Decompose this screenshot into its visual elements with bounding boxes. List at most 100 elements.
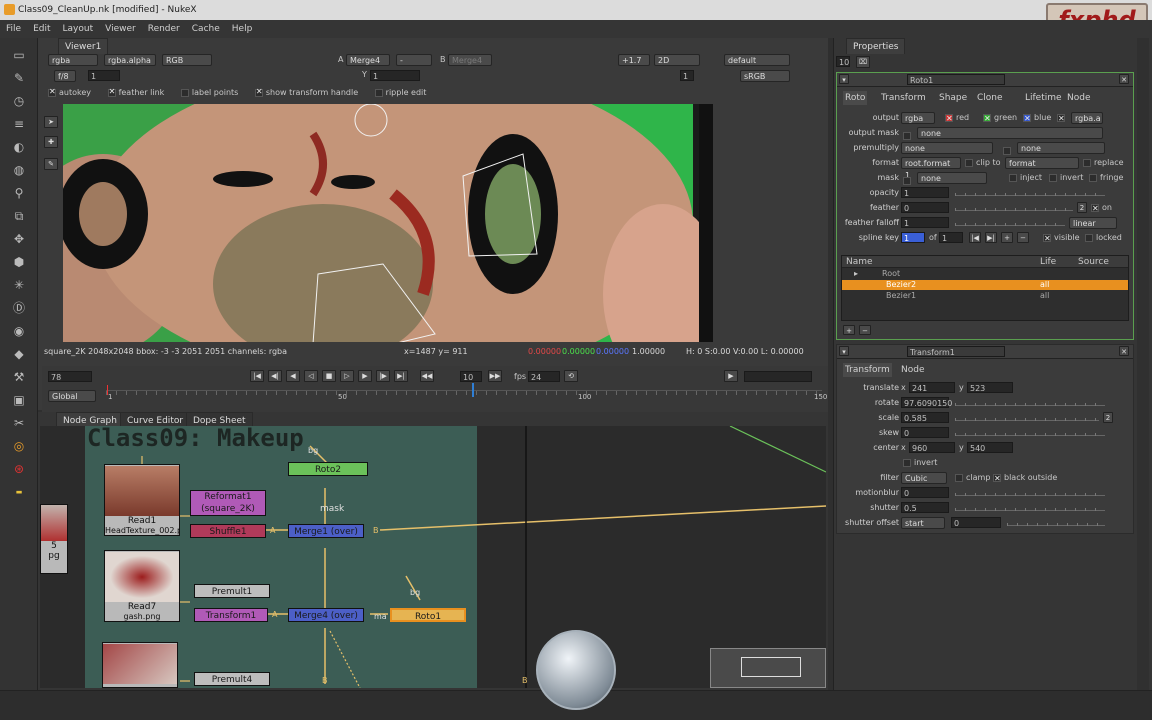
reformat1-node[interactable]: Reformat1 (square_2K)	[190, 490, 266, 516]
gain-dropdown[interactable]: +1.7	[618, 54, 650, 66]
skip-forward-button[interactable]: ▶▶	[488, 370, 502, 382]
spline-key-field[interactable]: 1	[901, 232, 925, 243]
ocula-tool-icon[interactable]: ◎	[11, 439, 27, 453]
step-back-button[interactable]: ◁	[304, 370, 318, 382]
invert-mask-option[interactable]: invert	[1049, 171, 1083, 185]
skew-field[interactable]: 0	[901, 427, 949, 438]
center-y-field[interactable]: 540	[967, 442, 1013, 453]
range-lock-button[interactable]: ▶	[724, 370, 738, 382]
center-x-field[interactable]: 960	[909, 442, 955, 453]
shutter-slider[interactable]	[955, 503, 1105, 511]
play-backward-button[interactable]: ◀	[286, 370, 300, 382]
partial-read-node[interactable]: 5 pg	[40, 504, 68, 574]
clamp-option[interactable]: clamp	[955, 471, 990, 485]
read1-node[interactable]: Read1 HeadTexture_002.png	[104, 464, 180, 536]
properties-scrollbar[interactable]	[1137, 38, 1149, 690]
menu-render[interactable]: Render	[142, 20, 186, 38]
list-item[interactable]: Bezier1 all	[842, 291, 1128, 301]
scale-slider[interactable]	[955, 413, 1099, 421]
read7-node[interactable]: Read7 gash.png	[104, 550, 180, 622]
clip-to-dropdown[interactable]: format	[1005, 157, 1079, 169]
compare-mode-dropdown[interactable]: -	[396, 54, 432, 66]
srgb-dropdown[interactable]: sRGB	[740, 70, 790, 82]
replace-option[interactable]: replace	[1083, 156, 1124, 170]
list-item[interactable]: ▸ Root	[842, 269, 1128, 279]
invert-option[interactable]: invert	[903, 456, 937, 470]
skip-back-button[interactable]: ◀◀	[420, 370, 434, 382]
shuffle1-node[interactable]: Shuffle1	[190, 524, 266, 538]
metadata-tool-icon[interactable]: ◆	[11, 347, 27, 361]
feather-falloff-field[interactable]: 1	[901, 217, 949, 228]
close-pane-icon[interactable]: ✕	[1119, 346, 1129, 356]
tab-roto[interactable]: Roto	[843, 91, 868, 105]
prev-key-icon[interactable]: |◀	[969, 232, 981, 243]
output-mask-checkbox[interactable]	[903, 131, 911, 140]
next-keyframe-button[interactable]: |▶	[376, 370, 390, 382]
output-dropdown[interactable]: rgba	[901, 112, 935, 124]
prev-keyframe-button[interactable]: ◀|	[268, 370, 282, 382]
views-tool-icon[interactable]: ◉	[11, 324, 27, 338]
collapse-pane-icon[interactable]: ▾	[839, 346, 849, 356]
merge4-node[interactable]: Merge4 (over)	[288, 608, 364, 622]
add-shape-button[interactable]: +	[843, 325, 855, 335]
3d-tool-icon[interactable]: ⬢	[11, 255, 27, 269]
lock-panels-icon[interactable]: ⌧	[856, 56, 870, 68]
premult1-node[interactable]: Premult1	[194, 584, 270, 598]
motionblur-slider[interactable]	[955, 488, 1105, 496]
frame-field[interactable]: 1	[88, 70, 120, 81]
opacity-field[interactable]: 1	[901, 187, 949, 198]
channels-dropdown[interactable]: rgba	[48, 54, 98, 66]
rotate-slider[interactable]	[955, 398, 1105, 406]
premult4-node[interactable]: Premult4	[194, 672, 270, 686]
shutter-field[interactable]: 0.5	[901, 502, 949, 513]
time-tool-icon[interactable]: ◷	[11, 94, 27, 108]
menu-edit[interactable]: Edit	[27, 20, 56, 38]
premultiply-dropdown-2[interactable]: none	[1017, 142, 1105, 154]
particles-tool-icon[interactable]: ✳	[11, 278, 27, 292]
merge1-node[interactable]: Merge1 (over)	[288, 524, 364, 538]
fps-field[interactable]: 24	[528, 371, 560, 382]
scale-count[interactable]: 2	[1103, 412, 1113, 423]
scale-field[interactable]: 0.585	[901, 412, 949, 423]
menu-help[interactable]: Help	[226, 20, 259, 38]
list-item-selected[interactable]: Bezier2 all	[842, 280, 1128, 290]
filter-dropdown[interactable]: Cubic	[901, 472, 947, 484]
feather-count[interactable]: 2	[1077, 202, 1087, 213]
frame-range-field[interactable]	[744, 371, 812, 382]
select-tool-icon[interactable]: ➤	[44, 116, 58, 128]
transform1-name-field[interactable]: Transform1	[907, 346, 1005, 357]
translate-y-field[interactable]: 523	[967, 382, 1013, 393]
tab-transform[interactable]: Transform	[843, 363, 892, 377]
stop-button[interactable]: ■	[322, 370, 336, 382]
delete-key-icon[interactable]: −	[1017, 232, 1029, 243]
autokey-option[interactable]: autokey	[48, 87, 91, 97]
feather-on-option[interactable]: on	[1091, 201, 1112, 216]
opacity-slider[interactable]	[955, 188, 1105, 196]
ripple-edit-option[interactable]: ripple edit	[374, 88, 426, 97]
point-tool-icon[interactable]: ✚	[44, 136, 58, 148]
roto1-name-field[interactable]: Roto1	[907, 74, 1005, 85]
menu-file[interactable]: File	[0, 20, 27, 38]
input-a-dropdown[interactable]: Merge4	[346, 54, 390, 66]
output-blue[interactable]: blue	[1023, 111, 1051, 126]
tab-node[interactable]: Node	[1065, 91, 1093, 105]
viewer-tab[interactable]: Viewer1	[58, 38, 109, 54]
toolsets-tool-icon[interactable]: ⚒	[11, 370, 27, 384]
visible-option[interactable]: visible	[1043, 231, 1080, 246]
feather-slider[interactable]	[955, 203, 1073, 211]
tab-shape[interactable]: Shape	[937, 91, 969, 105]
read-node-bottom[interactable]	[102, 642, 178, 688]
transform1-node[interactable]: Transform1	[194, 608, 268, 622]
tab-node[interactable]: Node	[899, 363, 927, 377]
roto1-node[interactable]: Roto1	[390, 608, 466, 622]
input-b-dropdown[interactable]: Merge4	[448, 54, 492, 66]
zoom-field[interactable]: 1	[680, 70, 694, 81]
add-key-icon[interactable]: +	[1001, 232, 1013, 243]
fstop-field[interactable]: f/8	[54, 70, 76, 82]
shape-list[interactable]: Name Life Source ▸ Root Bezier2 all Bezi…	[841, 255, 1129, 321]
motionblur-field[interactable]: 0	[901, 487, 949, 498]
translate-x-field[interactable]: 241	[909, 382, 955, 393]
roto2-node[interactable]: Roto2	[288, 462, 368, 476]
collapse-pane-icon[interactable]: ▾	[839, 74, 849, 84]
feather-falloff-slider[interactable]	[955, 218, 1065, 226]
